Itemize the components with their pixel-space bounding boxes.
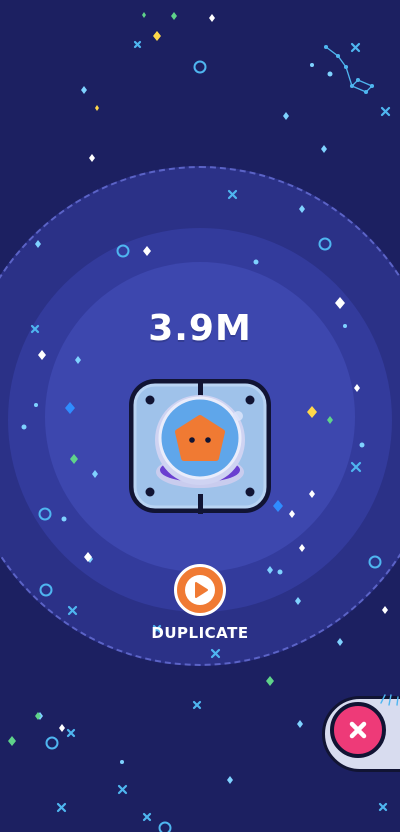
- duplicator-machine-icon: [129, 379, 271, 514]
- duplicate-label[interactable]: DUPLICATE: [0, 624, 400, 642]
- duplicator-machine[interactable]: [126, 376, 274, 516]
- play-icon: [195, 582, 208, 598]
- close-icon: [349, 721, 367, 739]
- close-button[interactable]: [330, 702, 386, 758]
- duplicate-button[interactable]: [174, 564, 226, 616]
- duplicate-count: 3.9M: [148, 308, 252, 349]
- constellation-decoration: [323, 44, 375, 95]
- game-screen: 3.9M DUPLICATE: [0, 0, 400, 832]
